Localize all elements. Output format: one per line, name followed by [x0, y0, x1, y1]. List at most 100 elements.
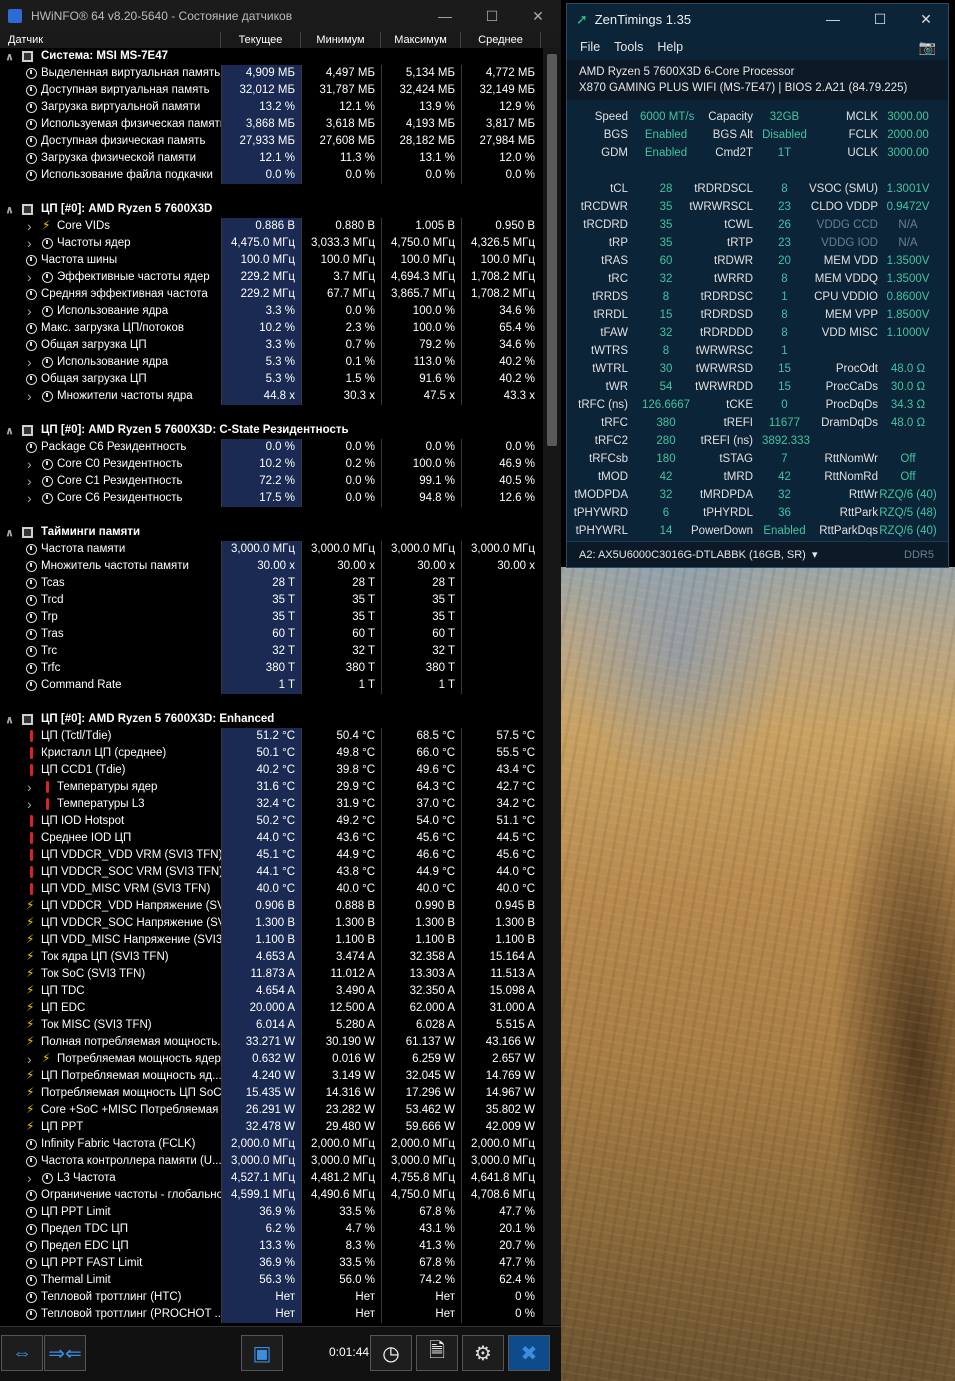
sensor-row[interactable]: ЦП IOD Hotspot 50.2 °C 49.2 °C 54.0 °C 51.1 …	[0, 813, 542, 830]
sensor-row[interactable]: Ограничение частоты - глобально 4,599.1 М…	[0, 1187, 542, 1204]
minimize-icon[interactable]: —	[422, 0, 468, 32]
col-max[interactable]: Максимум	[381, 32, 461, 48]
sensor-row[interactable]: ЦП VDDCR_VDD VRM (SVI3 TFN) 45.1 °C 44.9 °…	[0, 847, 542, 864]
sensor-row[interactable]: › Температуры L3 32.4 °C 31.9 °C 37.0 °C 34.2…	[0, 796, 542, 813]
sensor-row[interactable]: ЦП PPT FAST Limit 36.9 % 33.5 % 67.8 % 47.7 …	[0, 1255, 542, 1272]
sensor-group-row[interactable]: ∨ ЦП [#0]: AMD Ryzen 5 7600X3D	[0, 201, 542, 218]
sensor-row[interactable]: Средняя эффективная частота 229.2 МГц 67.7…	[0, 286, 542, 303]
sensor-row[interactable]: ЦП PPT Limit 36.9 % 33.5 % 67.8 % 47.7 %	[0, 1204, 542, 1221]
sensor-row[interactable]: Тепловой троттлинг (HTC) Нет Нет Нет 0 %	[0, 1289, 542, 1306]
sensor-row[interactable]: ⚡ Потребляемая мощность ЦП SoC 15.435 W 14.…	[0, 1085, 542, 1102]
sensor-row[interactable]: Package C6 Резидентность 0.0 % 0.0 % 0.0 % 0…	[0, 439, 542, 456]
sensor-row[interactable]: Кристалл ЦП (среднее) 50.1 °C 49.8 °C 66.0 …	[0, 745, 542, 762]
sensor-row[interactable]: Предел TDC ЦП 6.2 % 4.7 % 43.1 % 20.1 %	[0, 1221, 542, 1238]
zt-minimize-icon[interactable]: —	[809, 4, 857, 34]
expand-chevron-icon[interactable]: ›	[27, 303, 32, 320]
expand-chevron-icon[interactable]: ›	[27, 354, 32, 371]
sensor-row[interactable]: › Частоты ядер 4,475.0 МГц 3,033.3 МГц 4,750…	[0, 235, 542, 252]
sensor-row[interactable]: Tras 60 T 60 T 60 T	[0, 626, 542, 643]
sensor-row[interactable]: ⚡ ЦП PPT 32.478 W 29.480 W 59.666 W 42.009 W	[0, 1119, 542, 1136]
sensor-row[interactable]: ЦП CCD1 (Tdie) 40.2 °C 39.8 °C 49.6 °C 43.4 …	[0, 762, 542, 779]
camera-icon[interactable]: 📷	[919, 39, 936, 56]
sensor-row[interactable]: ⚡ Полная потребляемая мощность... 33.271 W…	[0, 1034, 542, 1051]
collapse-chevron-icon[interactable]: ∨	[5, 422, 14, 439]
sensor-row[interactable]: ⚡ Ток SoC (SVI3 TFN) 11.873 A 11.012 A 13.30…	[0, 966, 542, 983]
expand-chevron-icon[interactable]: ›	[27, 456, 32, 473]
clock-icon[interactable]: ◷	[370, 1335, 412, 1371]
sensor-row[interactable]: ⚡ ЦП VDD_MISC Напряжение (SVI3... 1.100 В1…	[0, 932, 542, 949]
expand-chevron-icon[interactable]: ›	[27, 1170, 32, 1187]
sensor-row[interactable]: Среднее IOD ЦП 44.0 °C 43.6 °C 45.6 °C 44.5 …	[0, 830, 542, 847]
scrollbar[interactable]	[543, 48, 561, 1325]
sensor-row[interactable]: Trp 35 T 35 T 35 T	[0, 609, 542, 626]
expand-chevron-icon[interactable]: ›	[27, 235, 32, 252]
menu-file[interactable]: File	[580, 40, 600, 54]
zt-close-icon[interactable]: ✕	[902, 4, 950, 34]
sensor-group-row[interactable]: ∨ ЦП [#0]: AMD Ryzen 5 7600X3D: Enhanced	[0, 711, 542, 728]
col-current[interactable]: Текущее	[221, 32, 301, 48]
sensor-group-row[interactable]: ∨ ЦП [#0]: AMD Ryzen 5 7600X3D: C-State Р…	[0, 422, 542, 439]
network-icon[interactable]: ▣	[241, 1335, 283, 1371]
sensor-row[interactable]: › Core C6 Резидентность 17.5 % 0.0 % 94.8 % 1…	[0, 490, 542, 507]
sensor-row[interactable]: Доступная виртуальная память 32,012 МБ 31,…	[0, 82, 542, 99]
sensor-row[interactable]: ⚡ ЦП TDC 4.654 A 3.490 A 32.350 A 15.098 A	[0, 983, 542, 1000]
collapse-chevron-icon[interactable]: ∨	[5, 201, 14, 218]
expand-chevron-icon[interactable]: ›	[27, 218, 32, 235]
expand-chevron-icon[interactable]: ›	[27, 1051, 32, 1068]
sensor-row[interactable]: Загрузка физической памяти 12.1 % 11.3 % 13…	[0, 150, 542, 167]
sensor-row[interactable]: Частота памяти 3,000.0 МГц 3,000.0 МГц 3,00…	[0, 541, 542, 558]
sensor-row[interactable]: Trfc 380 T 380 T 380 T	[0, 660, 542, 677]
sensor-row[interactable]: › Core C0 Резидентность 10.2 % 0.2 % 100.0 %…	[0, 456, 542, 473]
menu-tools[interactable]: Tools	[614, 40, 643, 54]
sensor-row[interactable]: Тепловой троттлинг (PROCHOT ... Нет Нет Нет…	[0, 1306, 542, 1323]
sensor-row[interactable]: Trcd 35 T 35 T 35 T	[0, 592, 542, 609]
sensor-row[interactable]: Макс. загрузка ЦП/потоков 10.2 % 2.3 % 100.…	[0, 320, 542, 337]
sensor-row[interactable]: Множитель частоты памяти 30.00 x 30.00 x 30…	[0, 558, 542, 575]
col-min[interactable]: Минимум	[301, 32, 381, 48]
expand-chevron-icon[interactable]: ›	[27, 490, 32, 507]
sensor-row[interactable]: › L3 Частота 4,527.1 МГц 4,481.2 МГц 4,755.8…	[0, 1170, 542, 1187]
sensor-row[interactable]: ⚡ Core +SoC +MISC Потребляемая ... 26.291 …	[0, 1102, 542, 1119]
sensor-row[interactable]: › Температуры ядер 31.6 °C 29.9 °C 64.3 °C 42…	[0, 779, 542, 796]
sensor-row[interactable]: ⚡ ЦП VDDCR_VDD Напряжение (SV... 0.906 В 0.…	[0, 898, 542, 915]
expand-chevron-icon[interactable]: ›	[27, 388, 32, 405]
maximize-icon[interactable]: ☐	[469, 0, 515, 32]
sensor-row[interactable]: ⚡ Ток MISC (SVI3 TFN) 6.014 A 5.280 A 6.028 …	[0, 1017, 542, 1034]
sensor-row[interactable]: Command Rate 1 T1 T1 T	[0, 677, 542, 694]
collapse-chevron-icon[interactable]: ∨	[5, 711, 14, 728]
sensor-row[interactable]: Загрузка виртуальной памяти 13.2 % 12.1 % 1…	[0, 99, 542, 116]
sensor-row[interactable]: ЦП VDDCR_SOC VRM (SVI3 TFN) 44.1 °C 43.8 °…	[0, 864, 542, 881]
sensor-row[interactable]: Использование файла подкачки 0.0 % 0.0 % 0.…	[0, 167, 542, 184]
sensor-row[interactable]: › Core C1 Резидентность 72.2 % 0.0 % 99.1 % 4…	[0, 473, 542, 490]
sensor-row[interactable]: Общая загрузка ЦП 5.3 % 1.5 % 91.6 % 40.2 %	[0, 371, 542, 388]
module-select[interactable]: A2: AX5U6000C3016G-DTLABBK (16GB, SR) ▾	[579, 542, 818, 568]
sensor-row[interactable]: Предел EDC ЦП 13.3 % 8.3 % 41.3 % 20.7 %	[0, 1238, 542, 1255]
collapse-chevron-icon[interactable]: ∨	[5, 524, 14, 541]
sensor-row[interactable]: › Эффективные частоты ядер 229.2 МГц 3.7 МГ…	[0, 269, 542, 286]
expand-chevron-icon[interactable]: ›	[27, 796, 32, 813]
col-sensor[interactable]: Датчик	[0, 32, 221, 48]
sensor-row[interactable]: ⚡ ЦП VDDCR_SOC Напряжение (SV... 1.300 В 1.…	[0, 915, 542, 932]
settings-gear-icon[interactable]: ⚙	[462, 1335, 504, 1371]
sensor-row[interactable]: Используемая физическая память 3,868 МБ 3,…	[0, 116, 542, 133]
sensor-row[interactable]: ЦП VDD_MISC VRM (SVI3 TFN) 40.0 °C 40.0 °C…	[0, 881, 542, 898]
hwinfo-titlebar[interactable]: HWiNFO® 64 v8.20-5640 - Состояние датчик…	[0, 0, 561, 32]
sensor-row[interactable]: ЦП (Tctl/Tdie) 51.2 °C 50.4 °C 68.5 °C 57.5 …	[0, 728, 542, 745]
col-avg[interactable]: Среднее	[461, 32, 541, 48]
sensor-row[interactable]: Trc 32 T 32 T 32 T	[0, 643, 542, 660]
sensor-row[interactable]: › ⚡ Потребляемая мощность ядер 0.632 W 0.016…	[0, 1051, 542, 1068]
zt-maximize-icon[interactable]: ☐	[856, 4, 904, 34]
sensor-row[interactable]: Выделенная виртуальная память 4,909 МБ 4,4…	[0, 65, 542, 82]
sensor-row[interactable]: Доступная физическая память 27,933 МБ 27,6…	[0, 133, 542, 150]
menu-help[interactable]: Help	[657, 40, 683, 54]
sensor-group-row[interactable]: ∨ Тайминги памяти	[0, 524, 542, 541]
collapse-icon[interactable]: ⇒⇐	[44, 1335, 86, 1371]
sensor-row[interactable]: Общая загрузка ЦП 3.3 % 0.7 % 79.2 % 34.6 %	[0, 337, 542, 354]
sensor-row[interactable]: › Множители частоты ядра 44.8 x 30.3 x 47.5 …	[0, 388, 542, 405]
sensor-row[interactable]: Infinity Fabric Частота (FCLK) 2,000.0 МГ…	[0, 1136, 542, 1153]
expand-chevron-icon[interactable]: ›	[27, 269, 32, 286]
sensor-row[interactable]: › Использование ядра 5.3 % 0.1 % 113.0 % 40.2…	[0, 354, 542, 371]
sensor-row[interactable]: Tcas 28 T 28 T 28 T	[0, 575, 542, 592]
sensor-row[interactable]: Частота шины 100.0 МГц 100.0 МГц 100.0 МГц 1…	[0, 252, 542, 269]
sensor-group-row[interactable]: ∨ Система: MSI MS-7E47	[0, 48, 542, 65]
